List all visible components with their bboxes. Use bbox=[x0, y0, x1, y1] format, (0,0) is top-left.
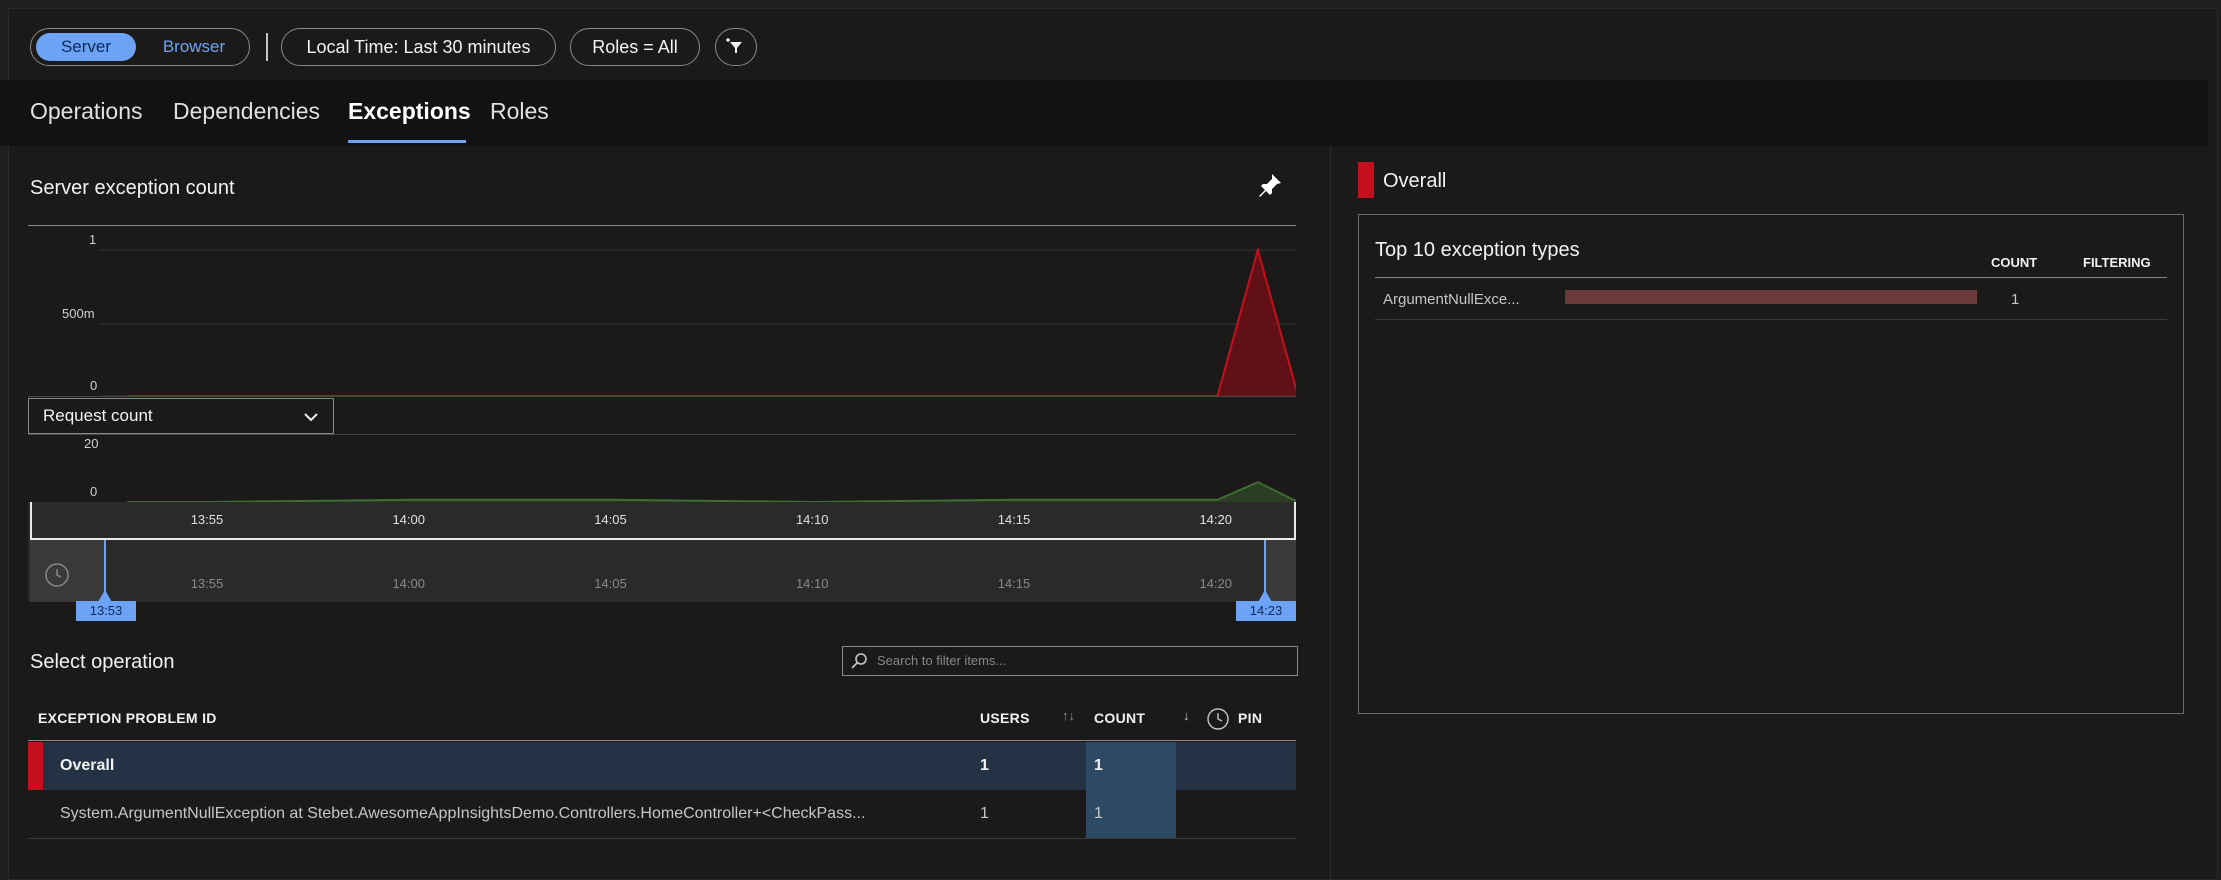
chart-separator bbox=[28, 396, 1296, 397]
time-tick-label: 13:55 bbox=[190, 512, 224, 527]
users-cell: 1 bbox=[980, 805, 989, 822]
column-header-filtering[interactable]: FILTERING bbox=[2083, 255, 2151, 270]
sort-both-icon[interactable]: ↑↓ bbox=[1062, 708, 1075, 723]
problem-id-cell: Overall bbox=[60, 757, 115, 774]
tab-operations[interactable]: Operations bbox=[30, 98, 143, 125]
series-line bbox=[128, 481, 1296, 504]
column-header-problem-id[interactable]: EXCEPTION PROBLEM ID bbox=[38, 710, 217, 726]
series-area bbox=[128, 250, 1296, 396]
count-cell: 1 bbox=[1086, 742, 1176, 790]
panel-divider bbox=[1330, 146, 1331, 880]
time-tick-label: 14:05 bbox=[594, 576, 627, 591]
exception-types-card: Top 10 exception types COUNT FILTERING A… bbox=[1358, 214, 2184, 714]
sort-desc-icon[interactable]: ↓ bbox=[1183, 708, 1190, 723]
server-toggle-option[interactable]: Server bbox=[36, 33, 136, 61]
column-header-pin[interactable]: PIN bbox=[1238, 710, 1262, 726]
data-point bbox=[1014, 498, 1017, 501]
time-tick-label: 14:00 bbox=[392, 576, 425, 591]
time-tick-label: 14:20 bbox=[1199, 512, 1232, 527]
table-header-rule bbox=[28, 740, 1296, 741]
count-cell: 1 bbox=[1086, 790, 1176, 838]
toolbar-divider bbox=[266, 33, 268, 61]
search-icon bbox=[851, 653, 867, 669]
add-filter-icon bbox=[726, 38, 742, 53]
count-value: 1 bbox=[1094, 805, 1103, 822]
time-tick-label: 14:10 bbox=[795, 512, 829, 527]
time-tick-label: 13:55 bbox=[190, 576, 224, 591]
history-icon bbox=[1207, 708, 1229, 730]
exception-count-chart bbox=[100, 246, 1296, 396]
chevron-down-icon bbox=[304, 413, 318, 422]
data-point bbox=[611, 498, 614, 501]
exception-chart-gridlines bbox=[100, 249, 1296, 396]
reset-zoom-button[interactable] bbox=[44, 562, 70, 593]
brush-start-label: 13:53 bbox=[76, 601, 136, 621]
column-header-count[interactable]: COUNT bbox=[1991, 255, 2037, 270]
table-row[interactable]: System.ArgumentNullException at Stebet.A… bbox=[28, 790, 1296, 838]
card-header-rule bbox=[1375, 277, 2167, 278]
exception-type-count: 1 bbox=[2011, 291, 2020, 308]
time-tick-label: 14:15 bbox=[997, 512, 1031, 527]
tab-exceptions[interactable]: Exceptions bbox=[348, 98, 471, 125]
overall-color-marker bbox=[1358, 162, 1374, 198]
count-value: 1 bbox=[1094, 757, 1103, 774]
exception-chart-title: Server exception count bbox=[30, 177, 235, 199]
request-count-chart bbox=[127, 481, 1296, 504]
exception-type-bar bbox=[1565, 290, 1977, 304]
time-range-filter[interactable]: Local Time: Last 30 minutes bbox=[281, 28, 556, 66]
operation-search-input[interactable]: Search to filter items... bbox=[842, 646, 1298, 676]
data-point bbox=[409, 498, 412, 501]
time-tick-label: 14:20 bbox=[1199, 576, 1232, 591]
card-row-rule bbox=[1375, 319, 2167, 320]
table-row[interactable]: Overall 1 1 bbox=[28, 742, 1296, 790]
server-browser-toggle[interactable]: Server Browser bbox=[30, 28, 250, 66]
data-point bbox=[1216, 498, 1219, 501]
select-operation-title: Select operation bbox=[30, 651, 175, 673]
time-tick-label: 14:15 bbox=[997, 576, 1031, 591]
severity-marker bbox=[28, 742, 43, 790]
add-filter-button[interactable] bbox=[715, 28, 757, 66]
metric-selector[interactable]: Request count bbox=[28, 398, 334, 434]
tab-bar bbox=[0, 80, 2208, 146]
series-line bbox=[128, 246, 1296, 396]
request-series bbox=[127, 481, 1296, 504]
exception-series bbox=[127, 246, 1296, 396]
table-row-rule bbox=[28, 838, 1296, 839]
metric-selector-value: Request count bbox=[43, 406, 153, 425]
data-point bbox=[1256, 249, 1259, 251]
exception-type-name: ArgumentNullExce... bbox=[1383, 291, 1520, 308]
exception-type-row[interactable]: ArgumentNullExce... 1 bbox=[1375, 279, 2167, 319]
brush-end-label: 14:23 bbox=[1236, 601, 1296, 621]
tab-roles[interactable]: Roles bbox=[490, 98, 549, 125]
time-tick-label: 14:05 bbox=[594, 512, 627, 527]
roles-filter[interactable]: Roles = All bbox=[570, 28, 700, 66]
overall-heading: Overall bbox=[1383, 170, 1447, 192]
pin-chart-button[interactable] bbox=[1255, 170, 1285, 205]
exception-types-title: Top 10 exception types bbox=[1375, 239, 1580, 261]
history-icon bbox=[45, 563, 69, 587]
time-tick-label: 14:10 bbox=[795, 576, 829, 591]
data-point bbox=[1256, 481, 1259, 484]
column-header-users[interactable]: USERS bbox=[980, 710, 1030, 726]
pin-icon bbox=[1259, 174, 1281, 197]
selected-tab-indicator bbox=[348, 140, 466, 143]
users-cell: 1 bbox=[980, 757, 989, 774]
column-header-count[interactable]: COUNT bbox=[1094, 710, 1145, 726]
browser-toggle-option[interactable]: Browser bbox=[149, 33, 239, 61]
tab-dependencies[interactable]: Dependencies bbox=[173, 98, 320, 125]
time-tick-label: 14:00 bbox=[392, 512, 425, 527]
problem-id-cell: System.ArgumentNullException at Stebet.A… bbox=[60, 805, 866, 822]
